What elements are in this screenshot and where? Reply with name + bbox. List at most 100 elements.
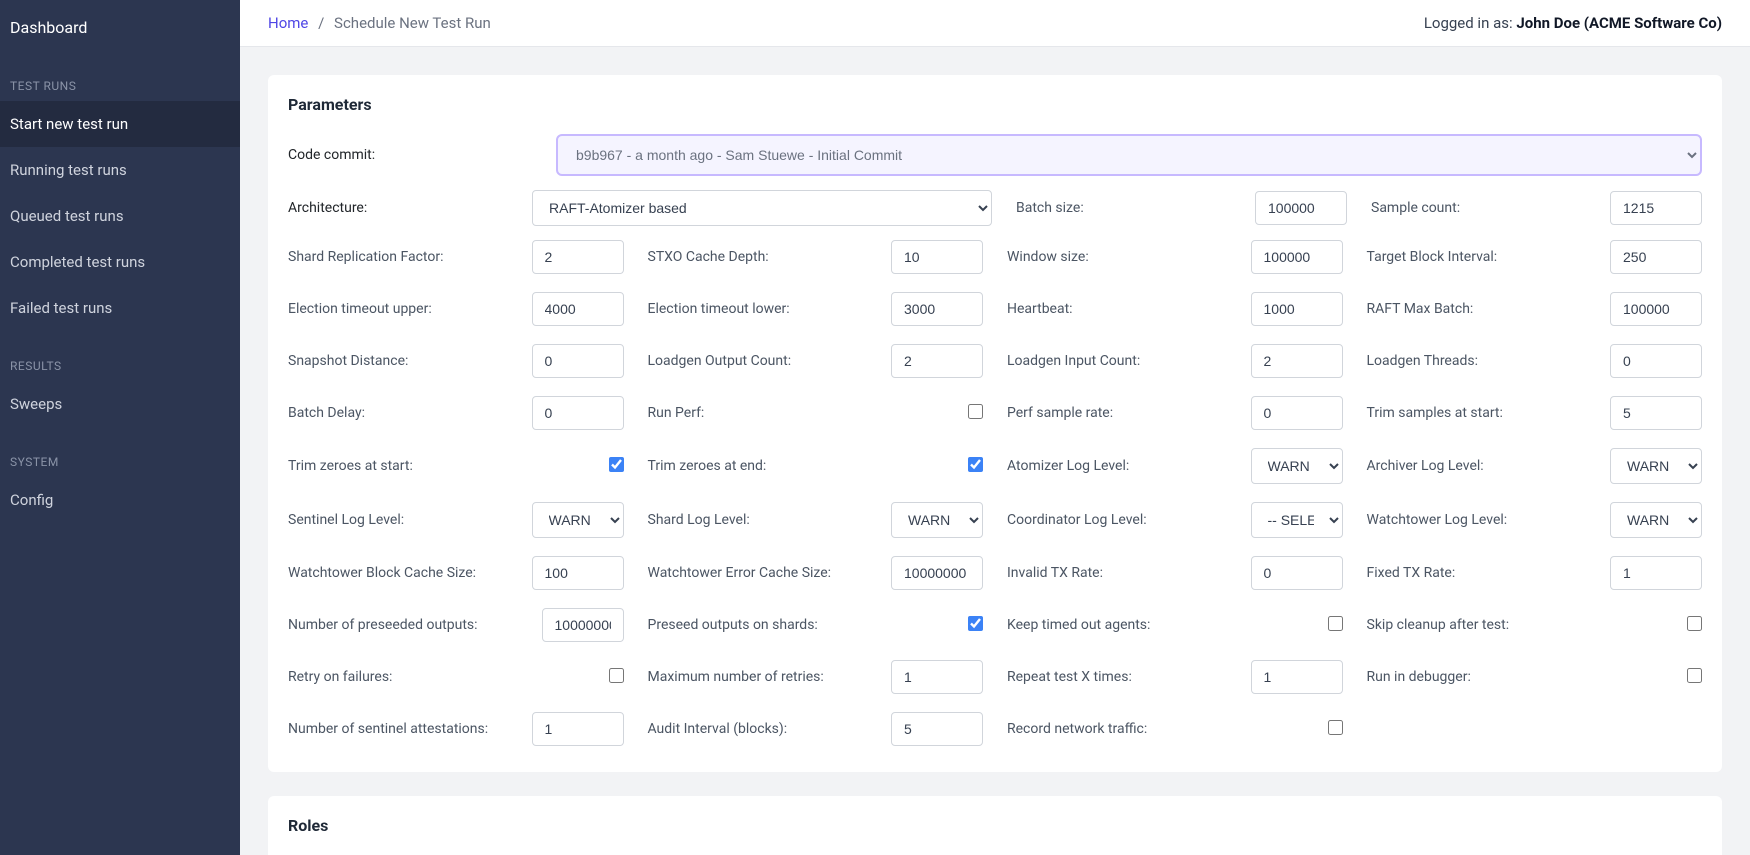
input-batch-size[interactable]: [1255, 191, 1347, 225]
checkbox-skip-cleanup[interactable]: [1687, 616, 1702, 631]
label-keep-agents: Keep timed out agents:: [1007, 617, 1316, 633]
input-fixed-tx[interactable]: [1610, 556, 1702, 590]
input-snapshot-dist[interactable]: [532, 344, 624, 378]
select-archiver-log[interactable]: WARN: [1610, 448, 1702, 484]
input-stxo-cache[interactable]: [891, 240, 983, 274]
section-test-runs: TEST RUNS: [0, 51, 240, 101]
label-shard-log: Shard Log Level:: [648, 512, 880, 528]
checkbox-trim-zero-start[interactable]: [609, 457, 624, 472]
label-election-lower: Election timeout lower:: [648, 301, 880, 317]
row-code-commit: Code commit: b9b967 - a month ago - Sam …: [288, 134, 1702, 176]
label-run-debugger: Run in debugger:: [1367, 669, 1676, 685]
checkbox-preseed-shards[interactable]: [968, 616, 983, 631]
input-sample-count[interactable]: [1610, 191, 1702, 225]
row-architecture: Architecture: RAFT-Atomizer based Batch …: [288, 190, 1702, 226]
input-wt-block-cache[interactable]: [532, 556, 624, 590]
checkbox-retry-fail[interactable]: [609, 668, 624, 683]
label-watchtower-log: Watchtower Log Level:: [1367, 512, 1599, 528]
label-loadgen-in: Loadgen Input Count:: [1007, 353, 1239, 369]
label-wt-block-cache: Watchtower Block Cache Size:: [288, 565, 520, 581]
label-code-commit: Code commit:: [288, 147, 532, 163]
input-loadgen-out[interactable]: [891, 344, 983, 378]
nav-queued-test-runs[interactable]: Queued test runs: [0, 193, 240, 239]
checkbox-keep-agents[interactable]: [1328, 616, 1343, 631]
breadcrumb-home[interactable]: Home: [268, 14, 308, 32]
input-invalid-tx[interactable]: [1251, 556, 1343, 590]
select-architecture[interactable]: RAFT-Atomizer based: [532, 190, 992, 226]
content: Parameters Code commit: b9b967 - a month…: [240, 47, 1750, 855]
label-sentinel-attest: Number of sentinel attestations:: [288, 721, 520, 737]
nav-completed-test-runs[interactable]: Completed test runs: [0, 239, 240, 285]
label-atomizer-log: Atomizer Log Level:: [1007, 458, 1239, 474]
label-snapshot-dist: Snapshot Distance:: [288, 353, 520, 369]
nav-sweeps[interactable]: Sweeps: [0, 381, 240, 427]
input-trim-samples-start[interactable]: [1610, 396, 1702, 430]
input-repeat-x[interactable]: [1251, 660, 1343, 694]
input-sentinel-attest[interactable]: [532, 712, 624, 746]
checkbox-trim-zero-end[interactable]: [968, 457, 983, 472]
input-election-upper[interactable]: [532, 292, 624, 326]
input-perf-sample-rate[interactable]: [1251, 396, 1343, 430]
label-record-net: Record network traffic:: [1007, 721, 1316, 737]
label-audit-interval: Audit Interval (blocks):: [648, 721, 880, 737]
input-shard-repl[interactable]: [532, 240, 624, 274]
label-retry-fail: Retry on failures:: [288, 669, 597, 685]
input-preseeded-out[interactable]: [542, 608, 624, 642]
label-trim-zero-end: Trim zeroes at end:: [648, 458, 957, 474]
input-heartbeat[interactable]: [1251, 292, 1343, 326]
roles-title: Roles: [288, 816, 1702, 835]
checkbox-record-net[interactable]: [1328, 720, 1343, 735]
label-sentinel-log: Sentinel Log Level:: [288, 512, 520, 528]
input-raft-max-batch[interactable]: [1610, 292, 1702, 326]
label-architecture: Architecture:: [288, 200, 532, 216]
label-coordinator-log: Coordinator Log Level:: [1007, 512, 1239, 528]
topbar: Home / Schedule New Test Run Logged in a…: [240, 0, 1750, 47]
sidebar: Dashboard TEST RUNS Start new test run R…: [0, 0, 240, 855]
label-raft-max-batch: RAFT Max Batch:: [1367, 301, 1599, 317]
input-loadgen-in[interactable]: [1251, 344, 1343, 378]
select-shard-log[interactable]: WARN: [891, 502, 983, 538]
label-batch-delay: Batch Delay:: [288, 405, 520, 421]
breadcrumb-sep: /: [318, 14, 324, 32]
input-max-retries[interactable]: [891, 660, 983, 694]
select-watchtower-log[interactable]: WARN: [1610, 502, 1702, 538]
label-trim-zero-start: Trim zeroes at start:: [288, 458, 597, 474]
select-sentinel-log[interactable]: WARN: [532, 502, 624, 538]
checkbox-run-debugger[interactable]: [1687, 668, 1702, 683]
label-wt-error-cache: Watchtower Error Cache Size:: [648, 565, 880, 581]
label-invalid-tx: Invalid TX Rate:: [1007, 565, 1239, 581]
nav-start-new-test-run[interactable]: Start new test run: [0, 101, 240, 147]
parameters-card: Parameters Code commit: b9b967 - a month…: [268, 75, 1722, 772]
label-fixed-tx: Fixed TX Rate:: [1367, 565, 1599, 581]
input-window-size[interactable]: [1251, 240, 1343, 274]
label-stxo-cache: STXO Cache Depth:: [648, 249, 880, 265]
input-wt-error-cache[interactable]: [891, 556, 983, 590]
select-atomizer-log[interactable]: WARN: [1251, 448, 1343, 484]
input-target-block[interactable]: [1610, 240, 1702, 274]
nav-failed-test-runs[interactable]: Failed test runs: [0, 285, 240, 331]
checkbox-run-perf[interactable]: [968, 404, 983, 419]
param-grid: Shard Replication Factor: STXO Cache Dep…: [288, 240, 1702, 746]
label-batch-size: Batch size:: [1016, 200, 1243, 216]
brand[interactable]: Dashboard: [0, 12, 240, 51]
input-loadgen-threads[interactable]: [1610, 344, 1702, 378]
nav-running-test-runs[interactable]: Running test runs: [0, 147, 240, 193]
label-election-upper: Election timeout upper:: [288, 301, 520, 317]
label-loadgen-threads: Loadgen Threads:: [1367, 353, 1599, 369]
label-loadgen-out: Loadgen Output Count:: [648, 353, 880, 369]
label-max-retries: Maximum number of retries:: [648, 669, 880, 685]
input-election-lower[interactable]: [891, 292, 983, 326]
label-window-size: Window size:: [1007, 249, 1239, 265]
label-preseed-shards: Preseed outputs on shards:: [648, 617, 957, 633]
label-preseeded-out: Number of preseeded outputs:: [288, 617, 530, 633]
input-audit-interval[interactable]: [891, 712, 983, 746]
select-coordinator-log[interactable]: -- SELECT --: [1251, 502, 1343, 538]
select-code-commit[interactable]: b9b967 - a month ago - Sam Stuewe - Init…: [556, 134, 1702, 176]
logged-in-user: John Doe (ACME Software Co): [1516, 14, 1722, 32]
label-shard-repl: Shard Replication Factor:: [288, 249, 520, 265]
roles-card: Roles Configure Role: Count: Region: Ins…: [268, 796, 1722, 855]
breadcrumb: Home / Schedule New Test Run: [268, 14, 491, 32]
nav-config[interactable]: Config: [0, 477, 240, 523]
logged-in-prefix: Logged in as:: [1424, 14, 1517, 32]
input-batch-delay[interactable]: [532, 396, 624, 430]
